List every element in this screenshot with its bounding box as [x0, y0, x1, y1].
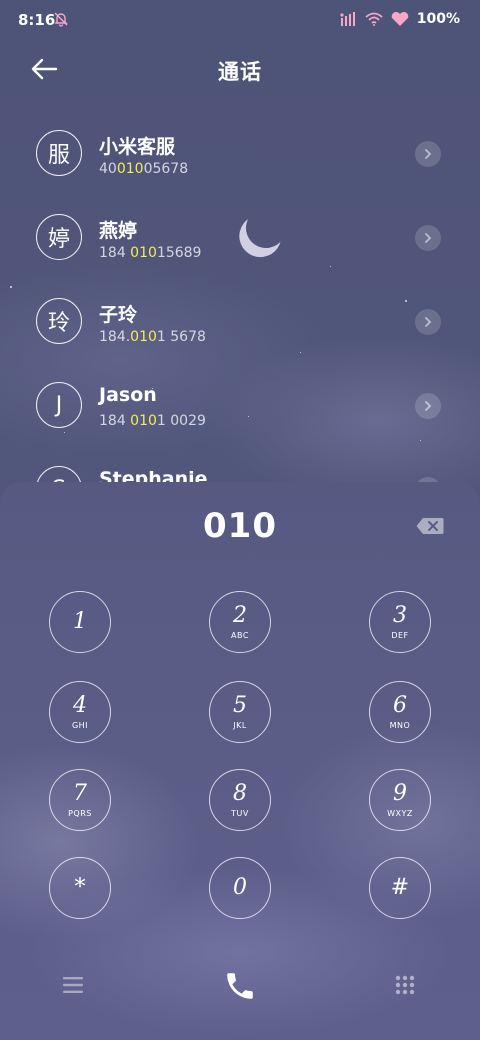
dial-key-6[interactable]: 6 MNO — [369, 681, 431, 743]
contact-item-ziling[interactable]: 玲 子玲 184.0101 5678 — [0, 280, 480, 364]
status-bar: 8:16 100% — [0, 0, 480, 40]
wifi-icon — [365, 12, 383, 26]
contact-number: 4001005678 — [99, 161, 189, 177]
contact-avatar: 婷 — [36, 214, 82, 260]
contact-name: 子玲 — [99, 304, 138, 326]
contact-avatar: 服 — [36, 130, 82, 176]
contact-suggestion-list: 服 小米客服 4001005678 婷 燕婷 184 01015689 玲 子玲… — [0, 112, 480, 484]
contact-name: 燕婷 — [99, 220, 138, 242]
contact-item-xiaomi-service[interactable]: 服 小米客服 4001005678 — [0, 112, 480, 196]
chevron-right-icon — [425, 401, 432, 411]
menu-icon[interactable] — [62, 976, 84, 994]
contact-number: 184.0101 5678 — [99, 329, 206, 345]
chevron-right-icon — [425, 149, 432, 159]
chevron-right-icon — [425, 317, 432, 327]
contact-avatar: 玲 — [36, 298, 82, 344]
dial-key-9[interactable]: 9 WXYZ — [369, 769, 431, 831]
signal-icon — [340, 12, 355, 26]
dial-key-7[interactable]: 7 PQRS — [49, 769, 111, 831]
chevron-right-icon — [425, 233, 432, 243]
contact-name: Jason — [99, 384, 157, 406]
backspace-icon[interactable] — [416, 517, 444, 535]
contact-item-jason[interactable]: J Jason 184 0101 0029 — [0, 364, 480, 448]
dial-key-4[interactable]: 4 GHI — [49, 681, 111, 743]
dial-key-hash[interactable]: # — [369, 857, 431, 919]
contact-number: 184 0101 0029 — [99, 413, 206, 429]
contact-name: 小米客服 — [99, 136, 176, 158]
dial-key-0[interactable]: 0 — [209, 857, 271, 919]
number-match-highlight: 010 — [130, 245, 157, 261]
contact-item-yanting[interactable]: 婷 燕婷 184 01015689 — [0, 196, 480, 280]
silent-bell-icon — [54, 12, 68, 27]
dial-key-3[interactable]: 3 DEF — [369, 591, 431, 653]
battery-heart-icon — [391, 11, 409, 26]
contact-detail-button[interactable] — [415, 393, 441, 419]
dialpad-panel: 010 1 2 ABC 3 DEF 4 GHI 5 JKL 6 MNO 7 PQ… — [0, 482, 480, 1040]
contact-number: 184 01015689 — [99, 245, 202, 261]
dial-key-star[interactable]: * — [49, 857, 111, 919]
dial-key-1[interactable]: 1 — [49, 591, 111, 653]
status-time: 8:16 — [18, 11, 56, 29]
call-phone-icon[interactable] — [223, 969, 257, 1003]
number-match-highlight: 010 — [130, 413, 157, 429]
dialed-number-display: 010 — [203, 506, 277, 546]
battery-percent: 100% — [416, 11, 460, 27]
dial-key-8[interactable]: 8 TUV — [209, 769, 271, 831]
dial-key-2[interactable]: 2 ABC — [209, 591, 271, 653]
contact-item-stephanie[interactable]: S Stephanie — [0, 448, 480, 484]
page-title: 通话 — [218, 60, 262, 84]
dial-key-5[interactable]: 5 JKL — [209, 681, 271, 743]
dialpad-toggle-icon[interactable] — [394, 974, 416, 996]
number-match-highlight: 010 — [130, 329, 157, 345]
contact-detail-button[interactable] — [415, 141, 441, 167]
number-match-highlight: 010 — [116, 161, 144, 177]
contact-avatar: J — [36, 382, 82, 428]
contact-detail-button[interactable] — [415, 225, 441, 251]
contact-detail-button[interactable] — [415, 309, 441, 335]
